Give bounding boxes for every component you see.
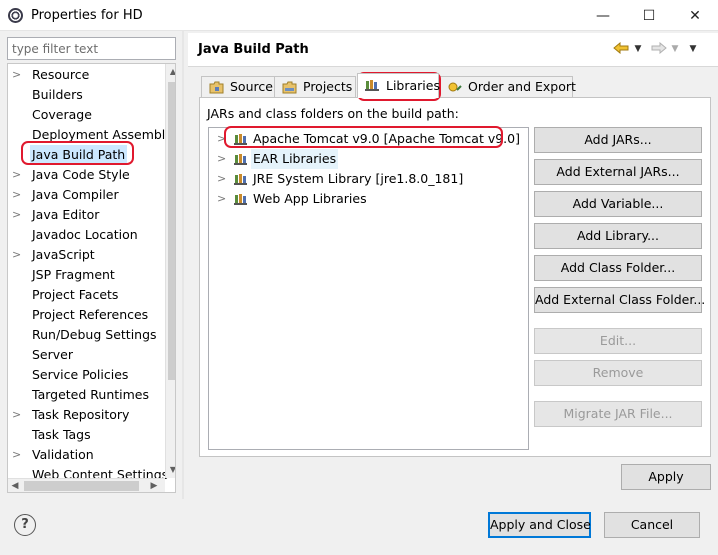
library-icon bbox=[365, 80, 379, 91]
title-bar: Properties for HD — ☐ ✕ bbox=[0, 0, 718, 31]
project-folder-icon bbox=[282, 81, 297, 94]
apply-button[interactable]: Apply bbox=[621, 464, 711, 490]
page-title: Java Build Path bbox=[198, 42, 309, 57]
add-jars-button[interactable]: Add JARs... bbox=[534, 127, 702, 153]
add-external-class-folder-button[interactable]: Add External Class Folder... bbox=[534, 287, 705, 313]
panel-divider[interactable] bbox=[182, 31, 184, 499]
apply-and-close-button[interactable]: Apply and Close bbox=[488, 512, 591, 538]
help-icon[interactable]: ? bbox=[14, 514, 36, 536]
scrollbar-thumb[interactable] bbox=[168, 82, 175, 380]
edit-button[interactable]: Edit... bbox=[534, 328, 702, 354]
scroll-down-icon[interactable]: ▼ bbox=[166, 462, 175, 478]
minimize-button[interactable]: — bbox=[580, 0, 626, 31]
properties-nav-tree: > Resource Builders Coverage Deployment A… bbox=[7, 63, 176, 493]
page-header: Java Build Path ▼ ▼ ▼ bbox=[188, 33, 718, 67]
tab-libraries[interactable]: Libraries bbox=[357, 73, 440, 98]
add-class-folder-button[interactable]: Add Class Folder... bbox=[534, 255, 702, 281]
back-arrow-icon[interactable] bbox=[613, 41, 629, 56]
add-variable-button[interactable]: Add Variable... bbox=[534, 191, 702, 217]
window-title: Properties for HD bbox=[31, 8, 143, 23]
chevron-right-icon[interactable]: > bbox=[217, 149, 226, 169]
library-icon bbox=[234, 174, 247, 185]
tab-source[interactable]: Source bbox=[201, 76, 277, 98]
forward-arrow-icon[interactable] bbox=[651, 41, 667, 56]
library-icon bbox=[234, 154, 247, 165]
build-path-caption: JARs and class folders on the build path… bbox=[207, 106, 459, 121]
remove-button[interactable]: Remove bbox=[534, 360, 702, 386]
maximize-button[interactable]: ☐ bbox=[626, 0, 672, 31]
add-library-button[interactable]: Add Library... bbox=[534, 223, 702, 249]
scrollbar-thumb[interactable] bbox=[24, 481, 139, 491]
scroll-right-icon[interactable]: ▶ bbox=[147, 479, 161, 492]
horizontal-scrollbar[interactable]: ◀ ▶ bbox=[8, 478, 165, 492]
cancel-button[interactable]: Cancel bbox=[604, 512, 700, 538]
view-menu-icon[interactable]: ▼ bbox=[686, 42, 700, 56]
libraries-tree: > Apache Tomcat v9.0 [Apache Tomcat v9.0… bbox=[208, 127, 529, 450]
filter-input[interactable] bbox=[7, 37, 176, 60]
eclipse-app-icon bbox=[8, 8, 23, 23]
tab-order-and-export[interactable]: Order and Export bbox=[439, 76, 576, 98]
chevron-right-icon[interactable]: > bbox=[12, 185, 22, 205]
chevron-right-icon[interactable]: > bbox=[217, 129, 226, 149]
library-icon bbox=[234, 194, 247, 205]
scroll-up-icon[interactable]: ▲ bbox=[166, 64, 175, 80]
tab-bar: Source Projects Libraries Order and Expo… bbox=[199, 73, 711, 98]
chevron-right-icon[interactable]: > bbox=[12, 445, 22, 465]
chevron-right-icon[interactable]: > bbox=[12, 165, 22, 185]
chevron-right-icon[interactable]: > bbox=[12, 245, 22, 265]
add-external-jars-button[interactable]: Add External JARs... bbox=[534, 159, 702, 185]
source-folder-icon bbox=[209, 81, 224, 94]
chevron-right-icon[interactable]: > bbox=[12, 65, 22, 85]
chevron-right-icon[interactable]: > bbox=[12, 205, 22, 225]
library-icon bbox=[234, 134, 247, 145]
order-export-icon bbox=[448, 82, 462, 92]
chevron-right-icon[interactable]: > bbox=[12, 405, 22, 425]
chevron-right-icon[interactable]: > bbox=[217, 189, 226, 209]
vertical-scrollbar[interactable]: ▲ ▼ bbox=[165, 64, 175, 478]
tab-projects[interactable]: Projects bbox=[274, 76, 356, 98]
close-button[interactable]: ✕ bbox=[672, 0, 718, 31]
migrate-jar-button[interactable]: Migrate JAR File... bbox=[534, 401, 702, 427]
chevron-right-icon[interactable]: > bbox=[217, 169, 226, 189]
chevron-down-icon[interactable]: ▼ bbox=[668, 42, 682, 56]
scroll-left-icon[interactable]: ◀ bbox=[8, 479, 22, 492]
chevron-down-icon[interactable]: ▼ bbox=[631, 42, 645, 56]
